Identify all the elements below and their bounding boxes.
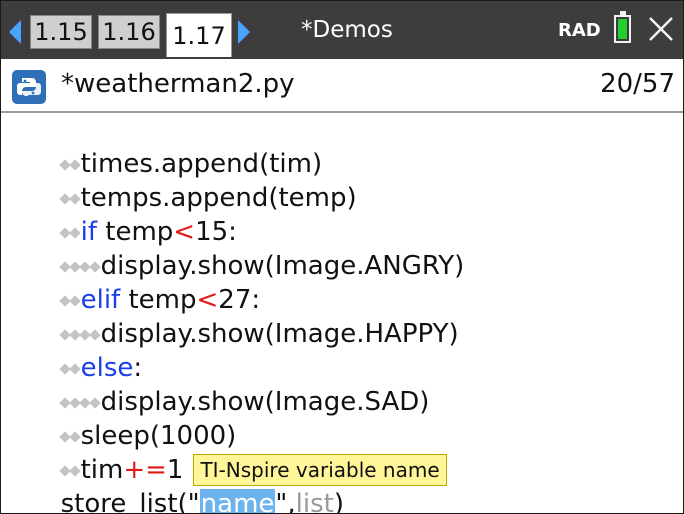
tab-page-2[interactable]: 1.16	[98, 15, 160, 49]
file-header: *weatherman2.py 20/57	[1, 59, 683, 113]
line-position: 20/57	[600, 69, 675, 99]
code-line[interactable]: times.append(tim)	[11, 113, 322, 179]
code-line[interactable]: display.show(Image.ANGRY)	[11, 215, 464, 281]
python-icon	[12, 70, 46, 104]
close-icon[interactable]	[647, 15, 675, 43]
tab-page-3-active[interactable]: 1.17	[166, 13, 232, 57]
argument-placeholder[interactable]: list	[296, 489, 334, 513]
selected-argument[interactable]: name	[199, 489, 276, 513]
current-code-line[interactable]: store_list("name",list)	[11, 453, 344, 513]
tab-page-1[interactable]: 1.15	[30, 15, 92, 49]
tab-scroll-right-icon[interactable]	[238, 20, 250, 44]
code-line[interactable]: display.show(Image.HAPPY)	[11, 283, 459, 349]
document-title: *Demos	[301, 17, 393, 43]
code-line[interactable]: sleep(1000)	[11, 385, 236, 451]
angle-mode-indicator: RAD	[558, 20, 601, 41]
code-line[interactable]: tim+=1 TI-Nspire variable name	[11, 419, 447, 486]
file-name: *weatherman2.py	[61, 69, 295, 99]
tab-scroll-left-icon[interactable]	[9, 20, 21, 44]
calculator-screen: 1.15 1.16 1.17 *Demos RAD *weatherman2.p…	[0, 0, 684, 514]
code-editor[interactable]: times.append(tim) temps.append(temp) if …	[1, 113, 683, 513]
code-line[interactable]: if temp<15:	[11, 181, 237, 247]
battery-icon	[614, 11, 631, 43]
code-line[interactable]: elif temp<27:	[11, 249, 260, 315]
code-line[interactable]: temps.append(temp)	[11, 147, 357, 213]
tab-bar: 1.15 1.16 1.17 *Demos RAD	[1, 1, 683, 59]
code-line[interactable]: display.show(Image.SAD)	[11, 351, 429, 417]
code-line[interactable]: else:	[11, 317, 142, 383]
